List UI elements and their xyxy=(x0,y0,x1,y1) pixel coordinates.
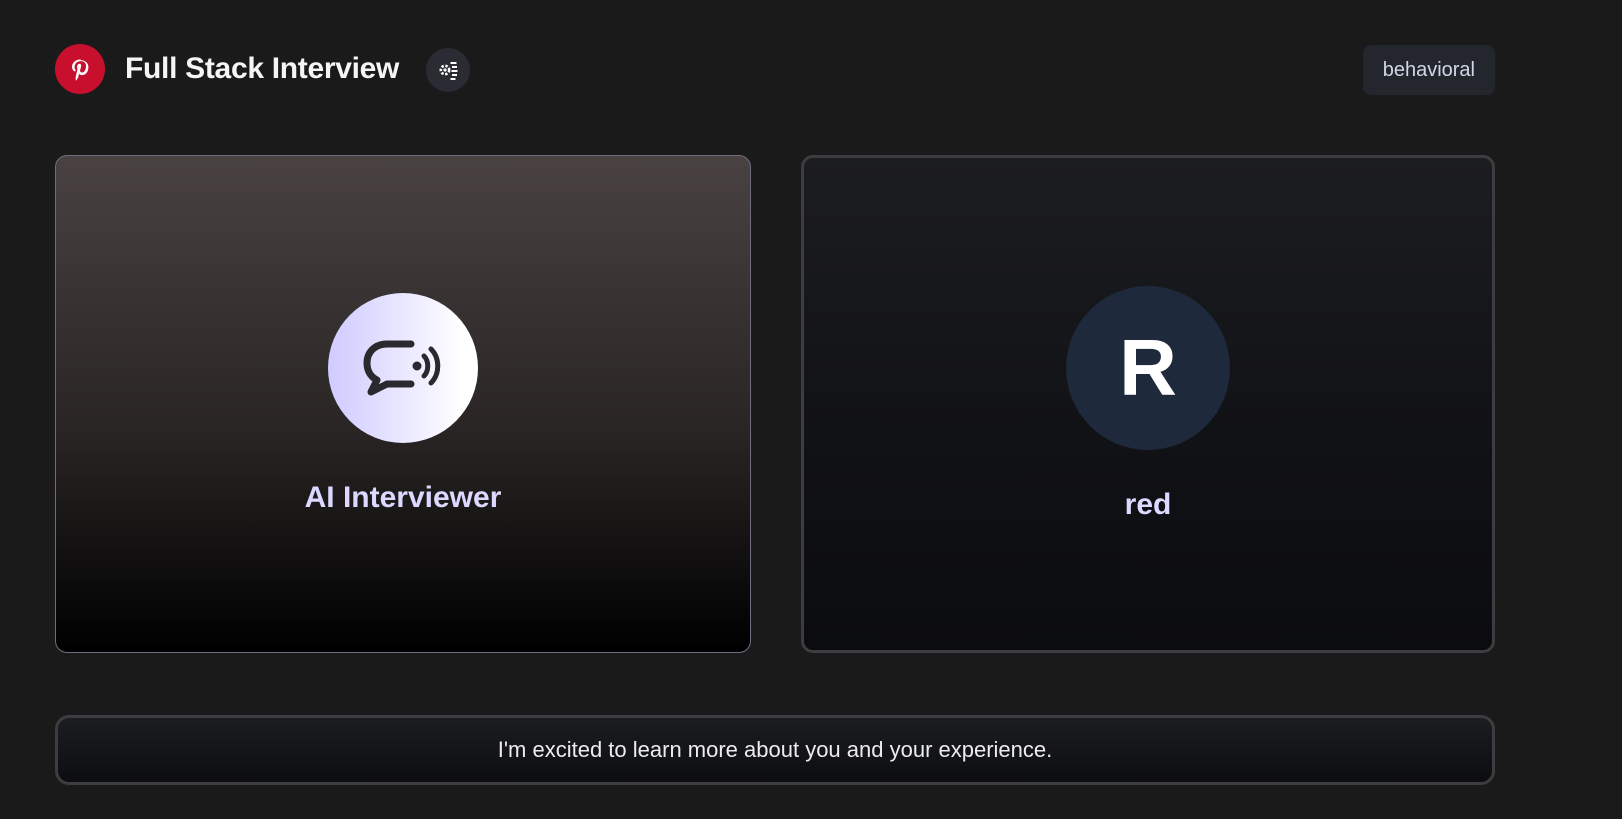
page-title: Full Stack Interview xyxy=(125,52,400,85)
interview-type-badge: behavioral xyxy=(1362,45,1495,95)
interview-header: Full Stack Interview behavioral xyxy=(55,44,1495,96)
speech-bubble-audio-icon xyxy=(328,293,478,443)
ai-interviewer-card: AI Interviewer xyxy=(55,155,751,653)
candidate-card: R red xyxy=(801,155,1495,653)
interviewer-name: AI Interviewer xyxy=(304,481,502,514)
candidate-name: red xyxy=(1124,488,1172,521)
gear-settings-icon[interactable] xyxy=(426,48,470,92)
pinterest-logo-icon xyxy=(55,44,105,94)
candidate-avatar: R xyxy=(1066,286,1230,450)
transcript-message: I'm excited to learn more about you and … xyxy=(55,715,1495,785)
